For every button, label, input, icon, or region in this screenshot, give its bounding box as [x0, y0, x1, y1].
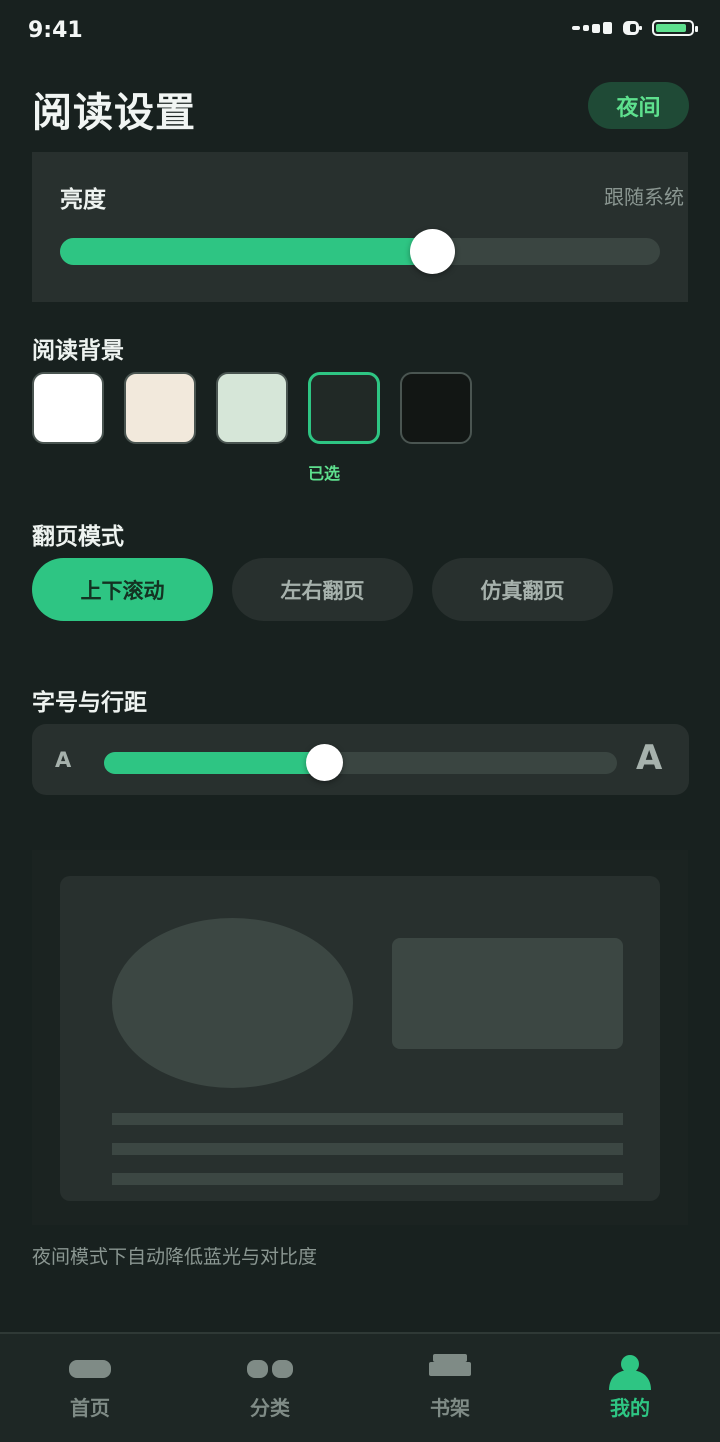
font-size-slider-fill	[104, 752, 325, 774]
follow-system-link[interactable]: 跟随系统	[604, 181, 684, 210]
background-section-label: 阅读背景	[32, 338, 124, 364]
tab-bookshelf[interactable]: 书架	[390, 1334, 510, 1442]
wifi-icon	[623, 21, 642, 35]
mode-curl-button[interactable]: 仿真翻页	[432, 558, 613, 621]
bookshelf-icon	[429, 1354, 471, 1376]
night-mode-hint: 夜间模式下自动降低蓝光与对比度	[32, 1246, 318, 1268]
tab-profile-label: 我的	[610, 1396, 650, 1420]
tab-home-label: 首页	[70, 1396, 110, 1420]
preview-text-line	[112, 1143, 623, 1155]
background-swatch-white[interactable]	[32, 372, 104, 444]
mode-slide-button[interactable]: 左右翻页	[232, 558, 413, 621]
battery-icon	[652, 20, 698, 36]
background-swatch-dark[interactable]	[308, 372, 380, 444]
brightness-card: 亮度 跟随系统	[32, 152, 688, 302]
selected-indicator: 已选	[308, 464, 341, 483]
profile-icon	[609, 1355, 651, 1390]
status-time: 9:41	[28, 18, 83, 43]
brightness-label: 亮度	[60, 187, 106, 213]
night-mode-button[interactable]: 夜间	[588, 82, 689, 129]
category-icon	[247, 1360, 293, 1378]
tab-home[interactable]: 首页	[30, 1334, 150, 1442]
home-icon	[69, 1360, 111, 1378]
page-mode-label: 翻页模式	[32, 524, 124, 550]
preview-text-line	[112, 1113, 623, 1125]
brightness-slider-knob[interactable]	[409, 229, 455, 274]
tab-bookshelf-label: 书架	[430, 1396, 470, 1420]
tab-profile[interactable]: 我的	[570, 1334, 690, 1442]
brightness-slider-fill	[60, 238, 432, 265]
mode-scroll-button[interactable]: 上下滚动	[32, 558, 213, 621]
preview-block-placeholder	[392, 938, 623, 1049]
signal-icon	[572, 22, 612, 34]
status-icons	[572, 18, 698, 38]
font-size-slider[interactable]	[104, 752, 617, 774]
page-title: 阅读设置	[32, 90, 196, 136]
font-small-icon[interactable]: A	[55, 748, 71, 772]
background-swatch-black[interactable]	[400, 372, 472, 444]
preview-text-line	[112, 1173, 623, 1185]
font-large-icon[interactable]: A	[636, 738, 662, 778]
bottom-tab-bar: 首页 分类 书架 我的	[0, 1332, 720, 1442]
tab-category-label: 分类	[250, 1396, 290, 1420]
background-swatch-green[interactable]	[216, 372, 288, 444]
tab-category[interactable]: 分类	[210, 1334, 330, 1442]
brightness-slider[interactable]	[60, 238, 660, 265]
preview-page	[60, 876, 660, 1201]
background-swatch-beige[interactable]	[124, 372, 196, 444]
font-size-slider-knob[interactable]	[306, 744, 344, 781]
font-size-card: A A	[32, 724, 689, 795]
font-section-label: 字号与行距	[32, 690, 147, 716]
preview-image-placeholder	[112, 918, 353, 1088]
